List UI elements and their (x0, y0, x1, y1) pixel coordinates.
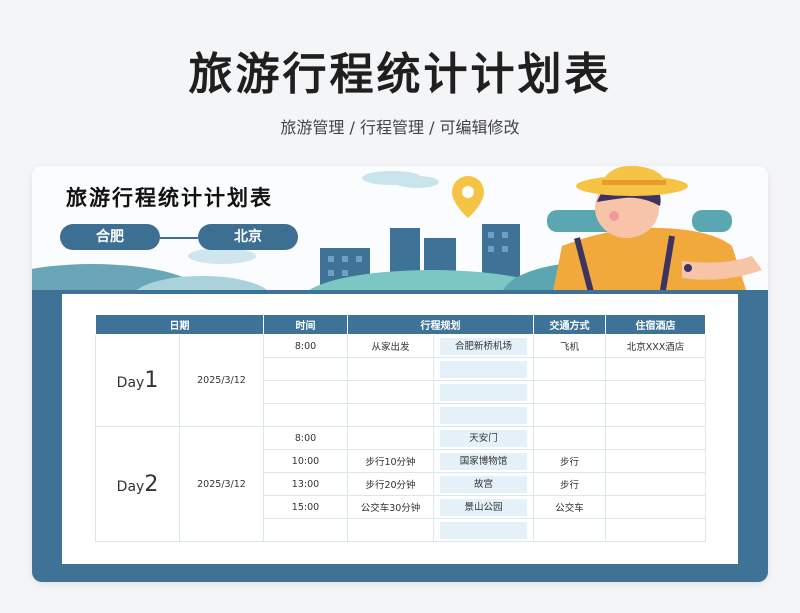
page-subtitle: 旅游管理 / 行程管理 / 可编辑修改 (280, 118, 520, 137)
table-header-row: 日期 时间 行程规划 交通方式 住宿酒店 (95, 314, 706, 335)
itinerary-table: 日期 时间 行程规划 交通方式 住宿酒店 Day1 2025/3/12 8:00 从家… (95, 314, 706, 542)
plan-cell (347, 380, 434, 404)
place-cell (433, 518, 534, 542)
day-label: Day (116, 478, 145, 495)
time-cell: 15:00 (263, 495, 348, 519)
place-label: 国家博物馆 (440, 452, 527, 470)
place-label: 天安门 (440, 429, 527, 447)
place-label (440, 406, 527, 424)
banner: 旅游行程统计计划表 合肥 北京 (32, 166, 768, 296)
place-label (440, 360, 527, 378)
plan-cell (347, 518, 434, 542)
plan-cell: 从家出发 (347, 334, 434, 358)
place-cell (433, 357, 534, 381)
plan-cell: 公交车30分钟 (347, 495, 434, 519)
place-label: 合肥新桥机场 (440, 337, 527, 355)
place-cell: 合肥新桥机场 (433, 334, 534, 358)
route-connector (160, 237, 198, 239)
sheet-title: 旅游行程统计计划表 (66, 186, 273, 210)
hotel-cell (605, 403, 706, 427)
transport-cell: 步行 (533, 472, 606, 496)
transport-cell (533, 380, 606, 404)
hotel-cell (605, 380, 706, 404)
day-number: 1 (144, 368, 159, 393)
plan-cell: 步行10分钟 (347, 449, 434, 473)
itinerary-sheet: 日期 时间 行程规划 交通方式 住宿酒店 Day1 2025/3/12 8:00 从家… (62, 294, 738, 564)
date-cell: 2025/3/12 (179, 426, 264, 542)
origin-city-pill: 合肥 (60, 224, 160, 250)
itinerary-card: 旅游行程统计计划表 合肥 北京 日期 时间 行程规划 交通方式 住宿酒店 Day… (32, 166, 768, 582)
transport-cell (533, 403, 606, 427)
transport-cell (533, 518, 606, 542)
time-cell: 8:00 (263, 334, 348, 358)
page-title: 旅游行程统计计划表 (188, 49, 612, 100)
day-label: Day (116, 375, 145, 391)
hotel-cell: 北京XXX酒店 (605, 334, 706, 358)
hotel-cell (605, 518, 706, 542)
place-label: 景山公园 (440, 498, 527, 516)
header-plan: 行程规划 (347, 314, 534, 335)
transport-cell (533, 426, 606, 450)
hotel-cell (605, 472, 706, 496)
hotel-cell (605, 357, 706, 381)
plan-cell: 步行20分钟 (347, 472, 434, 496)
place-cell: 故宫 (433, 472, 534, 496)
plan-cell (347, 403, 434, 427)
hotel-cell (605, 495, 706, 519)
plan-cell (347, 426, 434, 450)
hotel-cell (605, 449, 706, 473)
transport-cell (533, 357, 606, 381)
date-cell: 2025/3/12 (179, 334, 264, 427)
time-cell: 8:00 (263, 426, 348, 450)
day-cell: Day1 (95, 334, 180, 427)
time-cell (263, 518, 348, 542)
header-transport: 交通方式 (533, 314, 606, 335)
time-cell: 13:00 (263, 472, 348, 496)
place-cell: 天安门 (433, 426, 534, 450)
hotel-cell (605, 426, 706, 450)
time-cell: 10:00 (263, 449, 348, 473)
transport-cell: 步行 (533, 449, 606, 473)
destination-city-pill: 北京 (198, 224, 298, 250)
place-cell (433, 403, 534, 427)
place-label (440, 521, 527, 539)
time-cell (263, 357, 348, 381)
table-row: Day2 2025/3/12 8:00 天安门 (95, 426, 706, 542)
table-row: Day1 2025/3/12 8:00 从家出发 合肥新桥机场 飞机 北京XXX酒店 (95, 334, 706, 427)
place-label (440, 383, 527, 401)
time-cell (263, 380, 348, 404)
time-cell (263, 403, 348, 427)
header-hotel: 住宿酒店 (605, 314, 706, 335)
transport-cell: 公交车 (533, 495, 606, 519)
header-date: 日期 (95, 314, 264, 335)
place-cell: 国家博物馆 (433, 449, 534, 473)
day-number: 2 (144, 471, 159, 497)
place-cell (433, 380, 534, 404)
day-cell: Day2 (95, 426, 180, 542)
plan-cell (347, 357, 434, 381)
place-label: 故宫 (440, 475, 527, 493)
header-time: 时间 (263, 314, 348, 335)
place-cell: 景山公园 (433, 495, 534, 519)
transport-cell: 飞机 (533, 334, 606, 358)
